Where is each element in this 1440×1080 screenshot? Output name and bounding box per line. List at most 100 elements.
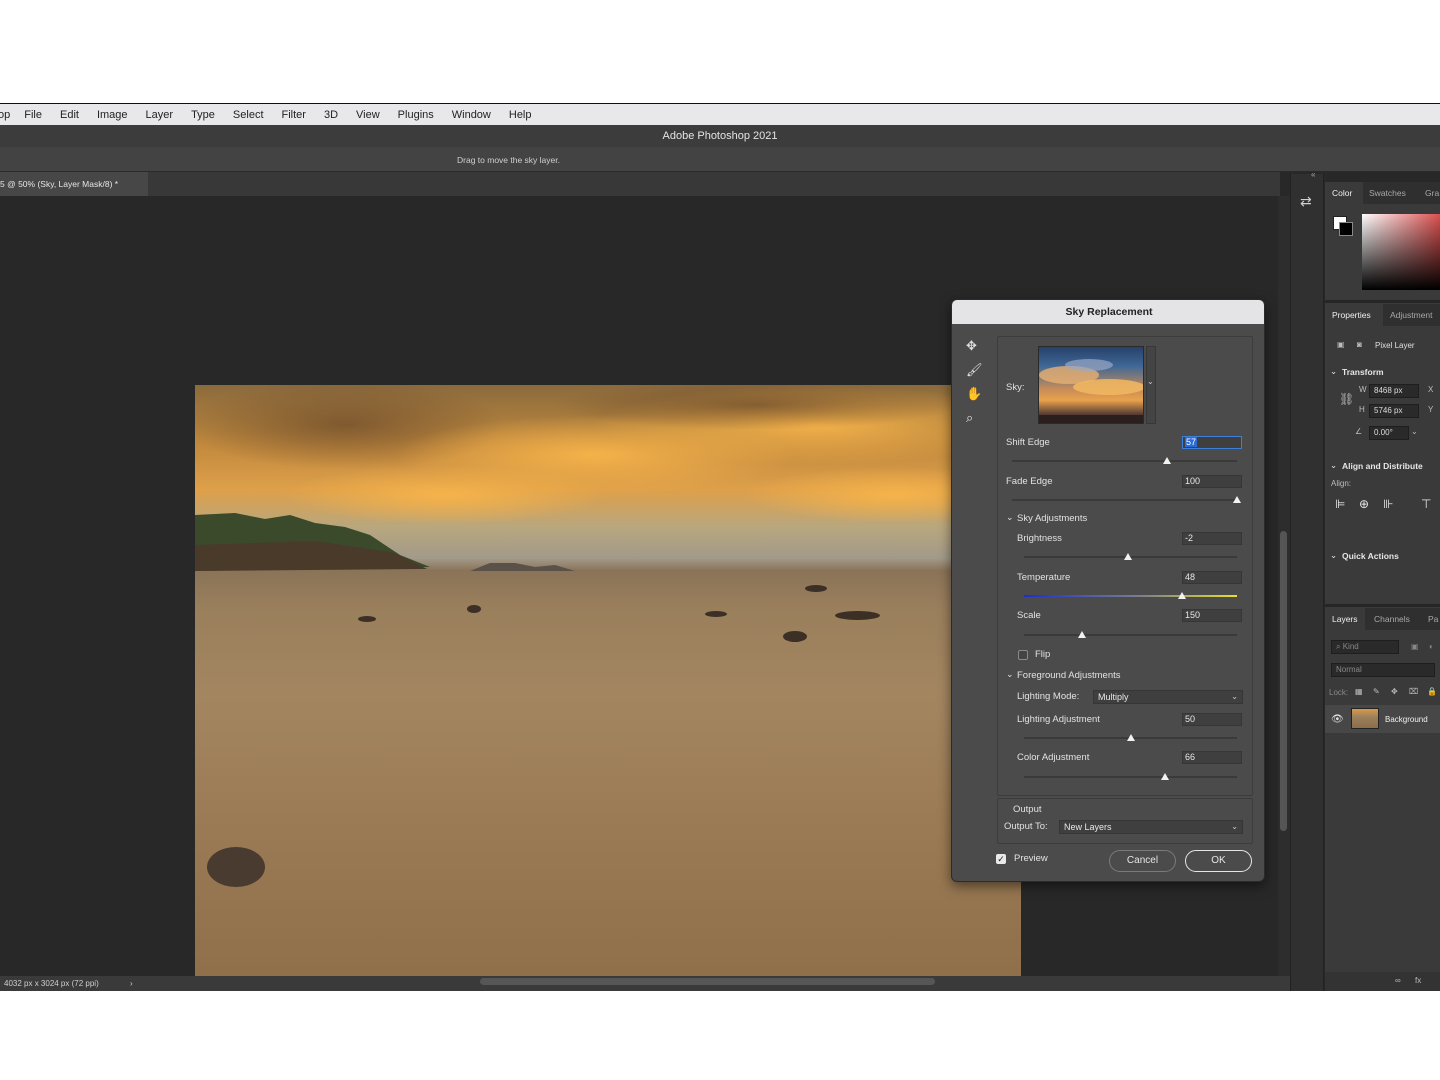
menu-view[interactable]: View (356, 109, 380, 121)
angle-field[interactable]: 0.00° (1369, 426, 1409, 440)
color-adjustment-track[interactable] (1024, 776, 1237, 778)
adjustment-filter-icon[interactable]: ◐ (1429, 642, 1434, 651)
chevron-down-icon[interactable]: ⌄ (1330, 460, 1337, 471)
fx-icon[interactable]: fx (1415, 976, 1421, 985)
lock-move-icon[interactable]: ✥ (1391, 687, 1398, 696)
chevron-down-icon: ⌄ (1147, 377, 1154, 386)
quick-actions-header[interactable]: Quick Actions (1342, 551, 1399, 561)
scale-value[interactable]: 150 (1182, 609, 1242, 622)
temperature-slider-thumb[interactable] (1177, 592, 1186, 599)
lock-all-icon[interactable]: 🔒 (1427, 687, 1437, 696)
image-filter-icon[interactable]: ▣ (1411, 642, 1419, 651)
tab-channels[interactable]: Channels (1374, 614, 1410, 624)
transform-header[interactable]: Transform (1342, 367, 1384, 377)
document-tab-row: 5 @ 50% (Sky, Layer Mask/8) * (0, 172, 1280, 196)
sky-adjustments-header[interactable]: Sky Adjustments (1017, 513, 1087, 524)
history-brush-icon[interactable]: ⇄ (1300, 193, 1312, 210)
link-icon[interactable]: ⛓ (1339, 392, 1354, 406)
tab-properties[interactable]: Properties (1332, 310, 1371, 320)
brightness-value[interactable]: -2 (1182, 532, 1242, 545)
temperature-value[interactable]: 48 (1182, 571, 1242, 584)
blend-mode-select[interactable]: Normal (1331, 663, 1435, 677)
zoom-icon[interactable]: ⌕ (966, 410, 973, 426)
flip-checkbox[interactable] (1018, 650, 1028, 660)
collapse-panels-icon[interactable]: « (1311, 170, 1315, 179)
color-adjustment-slider-thumb[interactable] (1160, 773, 1169, 780)
window-title: Adobe Photoshop 2021 (0, 125, 1440, 147)
hand-icon[interactable]: ✋ (966, 386, 982, 402)
sky-preset-thumbnail[interactable] (1038, 346, 1144, 424)
ok-button[interactable]: OK (1185, 850, 1252, 872)
align-distribute-header[interactable]: Align and Distribute (1342, 461, 1423, 471)
menu-select[interactable]: Select (233, 109, 264, 121)
align-left-icon[interactable]: ⊫ (1335, 497, 1345, 511)
visibility-eye-icon[interactable]: 👁 (1331, 714, 1344, 725)
link-layers-icon[interactable]: ∞ (1395, 976, 1401, 985)
menu-3d[interactable]: 3D (324, 109, 338, 121)
preview-checkbox[interactable]: ✓ (996, 854, 1006, 864)
horizontal-scrollbar[interactable] (480, 978, 935, 985)
menu-edit[interactable]: Edit (60, 109, 79, 121)
tab-color[interactable]: Color (1332, 188, 1352, 198)
brightness-slider-thumb[interactable] (1124, 553, 1133, 560)
scale-track[interactable] (1024, 634, 1237, 636)
photoshop-window: op File Edit Image Layer Type Select Fil… (0, 103, 1440, 991)
lock-paint-icon[interactable]: ✎ (1373, 687, 1380, 696)
chevron-down-icon[interactable]: ⌄ (1330, 550, 1337, 561)
align-top-icon[interactable]: ⊤ (1421, 497, 1431, 511)
background-color-swatch[interactable] (1339, 222, 1353, 236)
fade-edge-value[interactable]: 100 (1182, 475, 1242, 488)
foreground-adjustments-header[interactable]: Foreground Adjustments (1017, 670, 1121, 681)
move-sky-icon[interactable]: ✥ (966, 338, 977, 354)
output-to-select[interactable]: New Layers ⌄ (1059, 820, 1243, 834)
fade-edge-track[interactable] (1012, 499, 1237, 501)
lighting-adjustment-slider-thumb[interactable] (1126, 734, 1135, 741)
menu-help[interactable]: Help (509, 109, 532, 121)
menu-type[interactable]: Type (191, 109, 215, 121)
cancel-button[interactable]: Cancel (1109, 850, 1176, 872)
shift-edge-slider-thumb[interactable] (1163, 457, 1172, 464)
menu-image[interactable]: Image (97, 109, 128, 121)
tab-paths[interactable]: Pa (1428, 614, 1438, 624)
scale-slider-thumb[interactable] (1077, 631, 1086, 638)
chevron-down-icon[interactable]: ⌄ (1006, 669, 1014, 680)
layer-kind-filter[interactable]: ⌕ Kind (1331, 640, 1399, 654)
menu-app[interactable]: op (0, 109, 10, 121)
color-adjustment-value[interactable]: 66 (1182, 751, 1242, 764)
document-tab[interactable]: 5 @ 50% (Sky, Layer Mask/8) * (0, 172, 148, 196)
align-right-icon[interactable]: ⊪ (1383, 497, 1393, 511)
width-field[interactable]: 8468 px (1369, 384, 1419, 398)
tab-adjustments[interactable]: Adjustment (1390, 310, 1433, 320)
sky-preset-dropdown[interactable]: ⌄ (1146, 346, 1156, 424)
lighting-mode-select[interactable]: Multiply ⌄ (1093, 690, 1243, 704)
menu-window[interactable]: Window (452, 109, 491, 121)
status-arrow-icon[interactable]: › (130, 976, 133, 991)
shift-edge-track[interactable] (1012, 460, 1237, 462)
tab-layers[interactable]: Layers (1332, 614, 1358, 624)
menu-plugins[interactable]: Plugins (398, 109, 434, 121)
tab-swatches[interactable]: Swatches (1369, 188, 1406, 198)
shift-edge-value[interactable]: 57 (1182, 436, 1242, 449)
temperature-track[interactable] (1024, 595, 1237, 597)
fade-edge-slider-thumb[interactable] (1233, 496, 1241, 503)
sky-brush-icon[interactable]: 🖌 (966, 362, 983, 378)
tab-gradients[interactable]: Gra (1425, 188, 1439, 198)
lock-artboard-icon[interactable]: ⌧ (1409, 687, 1418, 696)
chevron-down-icon[interactable]: ⌄ (1006, 512, 1014, 523)
angle-dropdown-icon[interactable]: ⌄ (1411, 427, 1418, 436)
chevron-down-icon[interactable]: ⌄ (1330, 366, 1337, 377)
menu-filter[interactable]: Filter (282, 109, 306, 121)
vertical-scrollbar[interactable] (1278, 196, 1290, 976)
height-field[interactable]: 5746 px (1369, 404, 1419, 418)
menu-file[interactable]: File (24, 109, 42, 121)
layer-name[interactable]: Background (1385, 715, 1428, 724)
lighting-adjustment-value[interactable]: 50 (1182, 713, 1242, 726)
lock-transparent-icon[interactable]: ▦ (1355, 687, 1363, 696)
color-picker-field[interactable] (1362, 214, 1440, 290)
menu-layer[interactable]: Layer (146, 109, 174, 121)
layer-row-background[interactable]: 👁 Background (1325, 705, 1440, 733)
vertical-scroll-thumb[interactable] (1280, 531, 1287, 831)
dialog-title[interactable]: Sky Replacement (952, 300, 1264, 324)
beach-photo[interactable] (195, 385, 1021, 991)
align-center-icon[interactable]: ⊕ (1359, 497, 1369, 511)
